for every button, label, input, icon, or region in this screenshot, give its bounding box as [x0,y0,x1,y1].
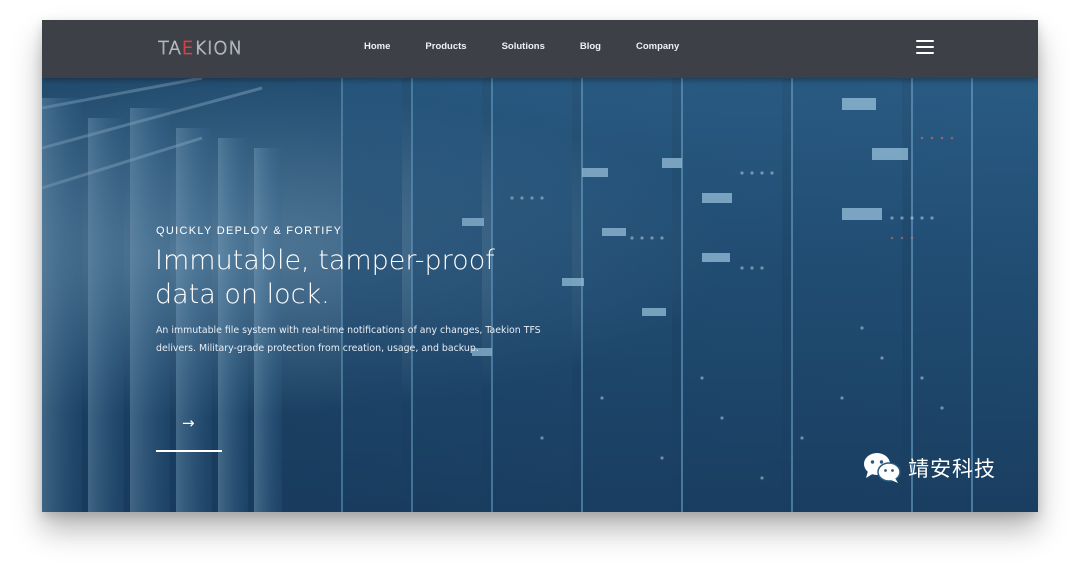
taekion-logo[interactable]: TAEKION [158,36,243,60]
hero-section: QUICKLY DEPLOY & FORTIFY Immutable, tamp… [42,78,1038,512]
hero-headline-line-1: Immutable, tamper-proof [155,245,495,276]
hamburger-bar-middle [916,46,934,49]
hamburger-bar-bottom [916,52,934,55]
watermark-text: 靖安科技 [908,457,996,481]
wechat-icon [864,453,901,483]
nav-products[interactable]: Products [425,41,466,52]
hero-headline: Immutable, tamper-proof data on lock. [155,244,575,312]
hero-cta-button[interactable]: → [156,404,222,452]
logo-part-e: E [181,37,195,59]
wechat-watermark: 靖安科技 [862,448,996,488]
browser-window: TAEKION Home Products Solutions Blog Com… [42,20,1038,512]
hero-eyebrow: QUICKLY DEPLOY & FORTIFY [156,225,343,237]
arrow-right-icon: → [182,414,195,432]
logo-text: TAEKION [158,37,244,59]
cta-underline [156,450,222,452]
hero-headline-line-2: data on lock. [155,279,330,310]
logo-part-kion: KION [194,37,244,59]
nav-blog[interactable]: Blog [580,41,601,52]
top-navbar: TAEKION Home Products Solutions Blog Com… [42,20,1038,78]
nav-solutions[interactable]: Solutions [502,41,545,52]
nav-company[interactable]: Company [636,41,679,52]
nav-home[interactable]: Home [364,41,390,52]
hamburger-bar-top [916,40,934,43]
hero-description: An immutable file system with real-time … [156,325,541,354]
logo-part-a: TA [158,37,182,59]
hamburger-menu-icon[interactable] [916,40,934,56]
main-nav: Home Products Solutions Blog Company [364,41,714,52]
